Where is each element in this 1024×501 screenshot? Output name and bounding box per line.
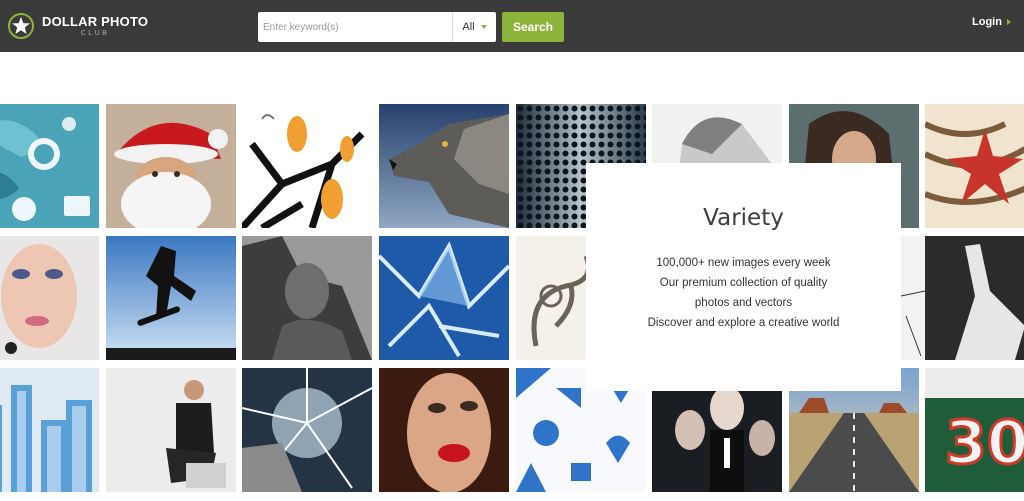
tile-image bbox=[0, 104, 99, 228]
tile-image bbox=[106, 104, 236, 228]
tile-image bbox=[242, 368, 372, 492]
photo-tile-skateboarder[interactable] bbox=[106, 236, 236, 360]
photo-tile-dancer[interactable] bbox=[925, 236, 1024, 360]
photo-tile-beauty-woman[interactable] bbox=[0, 236, 99, 360]
card-line: photos and vectors bbox=[694, 297, 793, 309]
card-line: 100,000+ new images every week bbox=[656, 257, 831, 269]
tile-image bbox=[0, 368, 99, 492]
photo-tile-glowing-hand[interactable] bbox=[242, 368, 372, 492]
brand-logo[interactable]: DOLLAR PHOTO CLUB bbox=[8, 11, 148, 41]
search-filter-dropdown[interactable]: All bbox=[452, 12, 496, 42]
login-link[interactable]: Login bbox=[972, 16, 1011, 28]
photo-tile-businessman-sitting[interactable] bbox=[106, 368, 236, 492]
tile-image bbox=[106, 236, 236, 360]
photo-tile-ice[interactable] bbox=[379, 236, 509, 360]
photo-tile-wolf[interactable] bbox=[379, 104, 509, 228]
photo-tile-jersey[interactable]: 30 bbox=[925, 368, 1024, 492]
tile-image bbox=[106, 368, 236, 492]
photo-tile-red-lips-woman[interactable] bbox=[379, 368, 509, 492]
card-line: Our premium collection of quality bbox=[659, 277, 828, 289]
tile-image bbox=[379, 236, 509, 360]
tile-image: 30 bbox=[925, 368, 1024, 492]
tile-image bbox=[901, 236, 925, 360]
photo-tile-ice-city[interactable] bbox=[0, 368, 99, 492]
search-filter-value: All bbox=[462, 21, 475, 33]
search-box: All bbox=[258, 12, 496, 42]
photo-tile-star-swirl[interactable] bbox=[925, 104, 1024, 228]
card-title: Variety bbox=[703, 205, 784, 231]
photo-tile-edge-sketch[interactable] bbox=[901, 236, 925, 360]
search-input[interactable] bbox=[258, 12, 452, 42]
photo-tile-santa[interactable] bbox=[106, 104, 236, 228]
photo-tile-social-icons[interactable] bbox=[0, 104, 99, 228]
photo-tile-man-muscular[interactable] bbox=[242, 236, 372, 360]
chevron-right-icon bbox=[1006, 19, 1011, 25]
logo-title: DOLLAR PHOTO bbox=[42, 14, 149, 29]
logo-subtitle: CLUB bbox=[80, 30, 110, 37]
card-line: Discover and explore a creative world bbox=[647, 317, 840, 329]
tile-image bbox=[925, 236, 1024, 360]
star-logo-icon bbox=[8, 13, 34, 39]
search-button[interactable]: Search bbox=[502, 12, 564, 42]
chevron-down-icon bbox=[480, 25, 487, 29]
tile-image bbox=[0, 236, 99, 360]
tile-image bbox=[242, 104, 372, 228]
tile-image bbox=[242, 236, 372, 360]
svg-text:30: 30 bbox=[945, 408, 1024, 478]
top-navigation-bar: DOLLAR PHOTO CLUB All Search Login bbox=[0, 0, 1024, 52]
tile-image bbox=[925, 104, 1024, 228]
info-card: Variety 100,000+ new images every week O… bbox=[586, 163, 901, 391]
tile-image bbox=[379, 368, 509, 492]
tile-image bbox=[379, 104, 509, 228]
login-label: Login bbox=[972, 16, 1002, 28]
photo-tile-cats-tree[interactable] bbox=[242, 104, 372, 228]
